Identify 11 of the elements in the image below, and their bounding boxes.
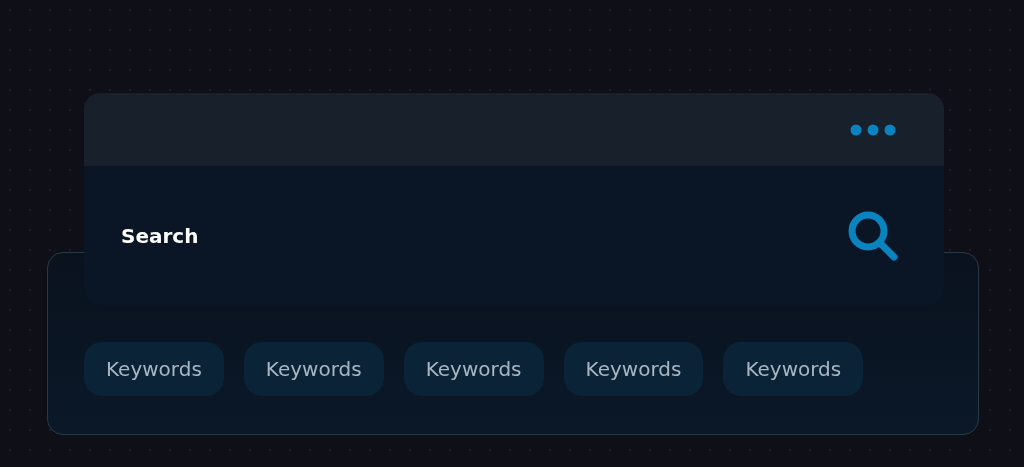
more-button[interactable] [850, 123, 896, 136]
search-button[interactable] [847, 209, 899, 262]
more-icon [850, 123, 896, 136]
search-icon [847, 209, 899, 262]
keyword-chip[interactable]: Keywords [84, 342, 224, 396]
search-bar[interactable]: Search [84, 166, 944, 305]
keyword-chip[interactable]: Keywords [563, 342, 704, 396]
keyword-chip[interactable]: Keywords [403, 342, 544, 396]
keyword-chip[interactable]: Keywords [723, 342, 864, 396]
keyword-chip[interactable]: Keywords [243, 342, 384, 396]
search-label: Search [121, 223, 199, 248]
